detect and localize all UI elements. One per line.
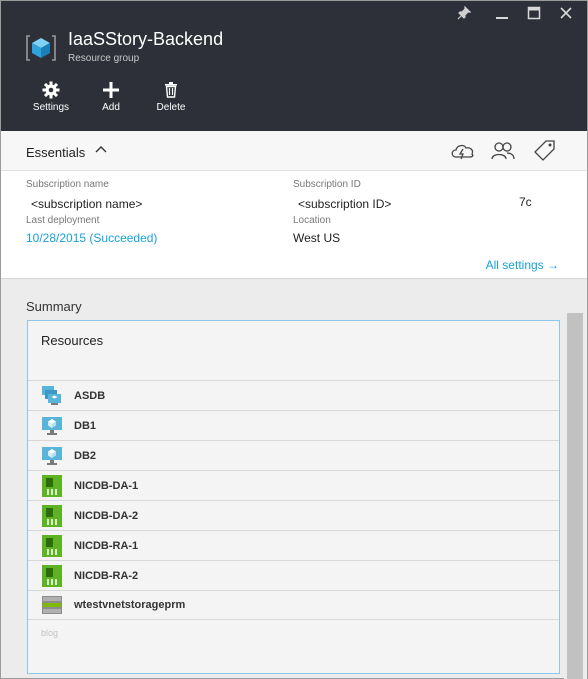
resource-name: NICDB-DA-2 [74, 509, 139, 522]
virtual-machine-icon [42, 415, 62, 437]
blade-subtitle: Resource group [68, 53, 140, 64]
location-value: West US [293, 231, 341, 245]
subscription-id-value: <subscription ID> [298, 197, 392, 211]
network-interface-icon [42, 474, 62, 497]
resources-title: Resources [41, 333, 104, 348]
list-item[interactable]: NICDB-DA-2 [28, 500, 559, 530]
trash-icon [141, 79, 201, 101]
essentials-bar: Essentials [1, 131, 587, 171]
plus-icon [81, 79, 141, 101]
blade-title: IaaSStory-Backend [68, 29, 224, 49]
faded-text: blog [41, 628, 59, 638]
close-icon[interactable] [559, 6, 573, 23]
resources-tile[interactable]: Resources ASDB DB1 DB2 NICDB-DA-1 NICDB-… [27, 320, 560, 674]
storage-account-icon [42, 594, 62, 616]
resource-name: NICDB-RA-2 [74, 569, 139, 582]
pin-icon[interactable] [457, 5, 472, 23]
add-label: Add [102, 102, 120, 113]
list-item[interactable]: DB2 [28, 440, 559, 470]
essentials-panel: Essentials Subscription name <subscripti… [1, 131, 587, 279]
resource-name: NICDB-DA-1 [74, 479, 139, 492]
resource-name: ASDB [74, 389, 106, 402]
list-item[interactable]: wtestvnetstorageprm [28, 590, 559, 620]
chevron-up-icon[interactable] [95, 143, 107, 161]
subscription-id-suffix: 7c [519, 195, 532, 209]
network-interface-icon [42, 534, 62, 557]
list-item[interactable]: DB1 [28, 410, 559, 440]
resource-name: DB1 [74, 419, 97, 432]
delete-button[interactable]: Delete [141, 79, 201, 113]
resources-list: ASDB DB1 DB2 NICDB-DA-1 NICDB-DA-2 NICDB… [28, 380, 559, 620]
gear-icon [21, 79, 81, 101]
list-item[interactable]: NICDB-DA-1 [28, 470, 559, 500]
list-item[interactable]: ASDB [28, 380, 559, 410]
network-interface-icon [42, 564, 62, 587]
resource-group-blade: IaaSStory-Backend Resource group Setting… [0, 0, 588, 679]
last-deployment-label: Last deployment [26, 215, 100, 226]
network-interface-icon [42, 504, 62, 527]
subscription-name-value: <subscription name> [31, 197, 143, 211]
maximize-icon[interactable] [527, 6, 541, 23]
subscription-name-label: Subscription name [26, 179, 109, 190]
location-label: Location [293, 215, 331, 226]
tag-icon[interactable] [532, 139, 558, 163]
users-icon[interactable] [490, 139, 516, 163]
essentials-title[interactable]: Essentials [26, 145, 85, 160]
list-item[interactable]: NICDB-RA-1 [28, 530, 559, 560]
resource-name: wtestvnetstorageprm [74, 599, 186, 611]
availability-set-icon [42, 385, 62, 407]
cloud-events-icon[interactable] [450, 139, 476, 163]
last-deployment-link[interactable]: 10/28/2015 (Succeeded) [26, 231, 157, 245]
scrollbar-thumb[interactable] [567, 313, 583, 679]
delete-label: Delete [156, 102, 186, 113]
resource-name: DB2 [74, 449, 97, 462]
minimize-icon[interactable] [495, 6, 509, 23]
summary-label: Summary [26, 299, 82, 314]
settings-button[interactable]: Settings [21, 79, 81, 113]
add-button[interactable]: Add [81, 79, 141, 113]
blade-header: IaaSStory-Backend Resource group Setting… [1, 1, 587, 131]
resource-group-icon [26, 33, 56, 63]
all-settings-link[interactable]: All settings → [486, 258, 559, 272]
resource-name: NICDB-RA-1 [74, 539, 139, 552]
list-item[interactable]: NICDB-RA-2 [28, 560, 559, 590]
virtual-machine-icon [42, 445, 62, 467]
settings-label: Settings [32, 102, 70, 113]
subscription-id-label: Subscription ID [293, 179, 361, 190]
